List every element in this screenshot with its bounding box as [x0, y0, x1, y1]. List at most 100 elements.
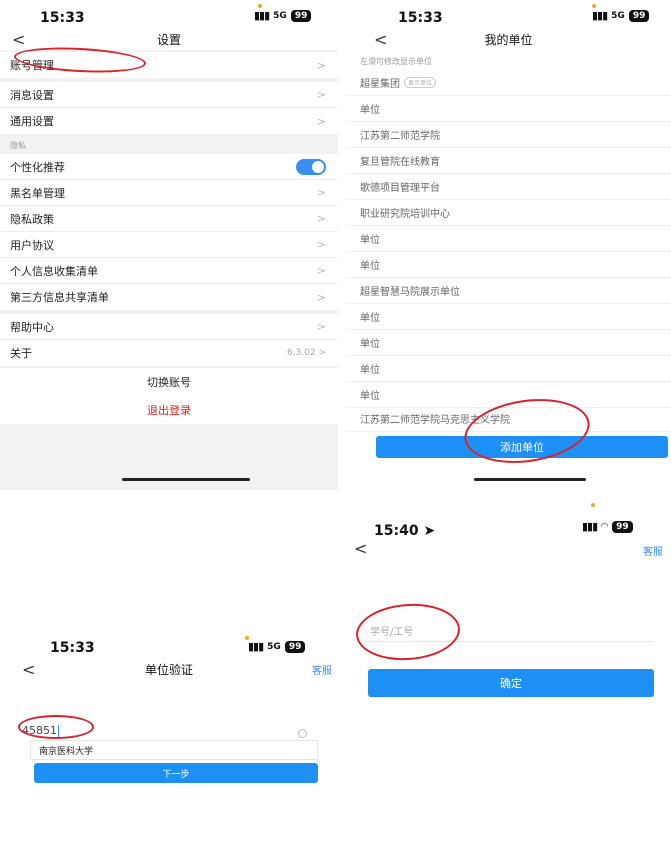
annotation-circle — [18, 715, 94, 739]
settings-item-blacklist[interactable]: 黑名单管理 > — [0, 180, 338, 206]
unit-verify-screen: 15:33 ▮▮▮ 5G 99 < 单位验证 客服 45851 南京医科大学 下… — [0, 632, 338, 851]
unit-label: 单位 — [360, 365, 380, 376]
settings-item-messages[interactable]: 消息设置 > — [0, 82, 338, 108]
privacy-section-header: 隐私 — [10, 141, 26, 150]
network-label: 5G — [273, 10, 287, 21]
page-title: 我的单位 — [484, 32, 533, 47]
settings-item-label: 个性化推荐 — [10, 160, 65, 174]
back-icon[interactable]: < — [374, 30, 387, 49]
personalized-toggle[interactable] — [296, 158, 326, 175]
logout-label: 退出登录 — [147, 404, 191, 417]
nav-bar: < 我的单位 — [346, 28, 671, 50]
unit-item[interactable]: 单位 — [346, 226, 671, 252]
settings-item-label: 消息设置 — [10, 88, 54, 102]
status-time: 15:33 — [40, 10, 85, 26]
location-arrow-icon: ➤ — [423, 523, 436, 539]
unit-item[interactable]: 单位 — [346, 252, 671, 278]
settings-item-help[interactable]: 帮助中心 > — [0, 314, 338, 340]
back-icon[interactable]: < — [12, 30, 25, 49]
unit-label: 职业研究院培训中心 — [360, 209, 450, 220]
battery-icon: 99 — [612, 520, 633, 533]
switch-account-label: 切换账号 — [147, 376, 191, 389]
unit-label: 江苏第二师范学院 — [360, 131, 440, 142]
chevron-right-icon: > — [316, 320, 326, 333]
status-time: 15:40 — [374, 523, 419, 539]
recording-dot-icon — [591, 503, 595, 507]
unit-item[interactable]: 单位 — [346, 330, 671, 356]
battery-icon: 99 — [290, 9, 312, 22]
unit-item[interactable]: 复旦管院在线教育 — [346, 148, 671, 174]
customer-service-link[interactable]: 客服 — [312, 662, 332, 677]
chevron-right-icon: > — [316, 212, 326, 225]
unit-label: 超星智慧马院展示单位 — [360, 287, 460, 298]
unit-label: 单位 — [360, 391, 380, 402]
battery-icon: 99 — [284, 640, 306, 653]
next-step-button[interactable]: 下一步 — [34, 763, 318, 783]
settings-item-label: 个人信息收集清单 — [10, 264, 98, 278]
unit-item[interactable]: 单位 — [346, 356, 671, 382]
status-bar: 15:33 ▮▮▮ 5G 99 — [346, 0, 671, 30]
display-unit-badge: 显示单位 — [404, 77, 437, 88]
unit-item[interactable]: 单位 — [346, 96, 671, 122]
chevron-right-icon: > — [316, 88, 326, 101]
next-step-label: 下一步 — [162, 769, 190, 780]
settings-item-personalized[interactable]: 个性化推荐 — [0, 154, 338, 180]
page-title: 设置 — [156, 32, 181, 47]
suggestion-item[interactable]: 南京医科大学 — [30, 740, 318, 760]
customer-service-link[interactable]: 客服 — [643, 543, 663, 558]
version-label: 6.3.02 — [286, 348, 316, 358]
nav-bar: < 单位验证 客服 — [0, 658, 338, 680]
chevron-right-icon: > — [316, 114, 326, 128]
unit-label: 单位 — [360, 105, 380, 116]
unit-item[interactable]: 江苏第二师范学院 — [346, 122, 671, 148]
signal-icon: ▮▮▮ — [592, 9, 608, 22]
settings-item-label: 黑名单管理 — [10, 186, 65, 200]
unit-item[interactable]: 超星集团 显示单位 — [346, 70, 671, 96]
settings-item-about[interactable]: 关于 6.3.02 > — [0, 340, 338, 366]
unit-item[interactable]: 歌德项目管理平台 — [346, 174, 671, 200]
signal-icon: ▮▮▮ — [248, 640, 264, 653]
recording-dot-icon — [258, 4, 262, 8]
settings-item-label: 帮助中心 — [10, 320, 54, 334]
settings-item-label: 用户协议 — [10, 238, 54, 252]
network-label: 5G — [267, 641, 281, 652]
suggestion-label: 南京医科大学 — [39, 746, 94, 757]
back-icon[interactable]: < — [22, 660, 35, 679]
settings-item-label: 隐私政策 — [10, 212, 54, 226]
settings-screen: 15:33 ▮▮▮ 5G 99 < 设置 账号管理 > 消息设置 > 通用设置 … — [0, 0, 338, 490]
unit-label: 单位 — [360, 261, 380, 272]
recording-dot-icon — [592, 4, 596, 8]
page-title: 单位验证 — [144, 662, 193, 677]
unit-label: 复旦管院在线教育 — [360, 157, 440, 168]
unit-label: 单位 — [360, 313, 380, 324]
unit-item[interactable]: 职业研究院培训中心 — [346, 200, 671, 226]
settings-item-third-party[interactable]: 第三方信息共享清单 > — [0, 284, 338, 310]
switch-account-button[interactable]: 切换账号 — [0, 368, 338, 396]
unit-label: 超星集团 — [360, 79, 400, 90]
unit-label: 单位 — [360, 339, 380, 350]
signal-icon: ▮▮▮ — [582, 520, 598, 533]
unit-label: 歌德项目管理平台 — [360, 183, 440, 194]
settings-item-label: 第三方信息共享清单 — [10, 291, 109, 304]
settings-item-user-agreement[interactable]: 用户协议 > — [0, 232, 338, 258]
settings-item-privacy-policy[interactable]: 隐私政策 > — [0, 206, 338, 232]
confirm-label: 确定 — [500, 677, 522, 690]
settings-item-info-collection[interactable]: 个人信息收集清单 > — [0, 258, 338, 284]
student-id-screen: 15:40 ➤ ▮▮▮ ◠ 99 < 客服 学号/工号 确定 — [350, 495, 671, 705]
confirm-button[interactable]: 确定 — [368, 669, 654, 697]
settings-item-label: 关于 — [10, 347, 32, 360]
status-time: 15:33 — [50, 640, 95, 656]
logout-button[interactable]: 退出登录 — [0, 396, 338, 424]
clear-input-icon[interactable] — [298, 729, 307, 738]
battery-icon: 99 — [628, 9, 650, 22]
unit-item[interactable]: 单位 — [346, 304, 671, 330]
chevron-right-icon: > — [316, 290, 326, 304]
settings-item-general[interactable]: 通用设置 > — [0, 108, 338, 134]
status-bar: 15:33 ▮▮▮ 5G 99 — [0, 0, 338, 30]
network-label: 5G — [611, 10, 625, 21]
chevron-right-icon: > — [316, 238, 326, 251]
unit-item[interactable]: 超星智慧马院展示单位 — [346, 278, 671, 304]
chevron-right-icon: > — [316, 58, 326, 72]
back-icon[interactable]: < — [354, 539, 367, 558]
chevron-right-icon: > — [316, 264, 326, 277]
